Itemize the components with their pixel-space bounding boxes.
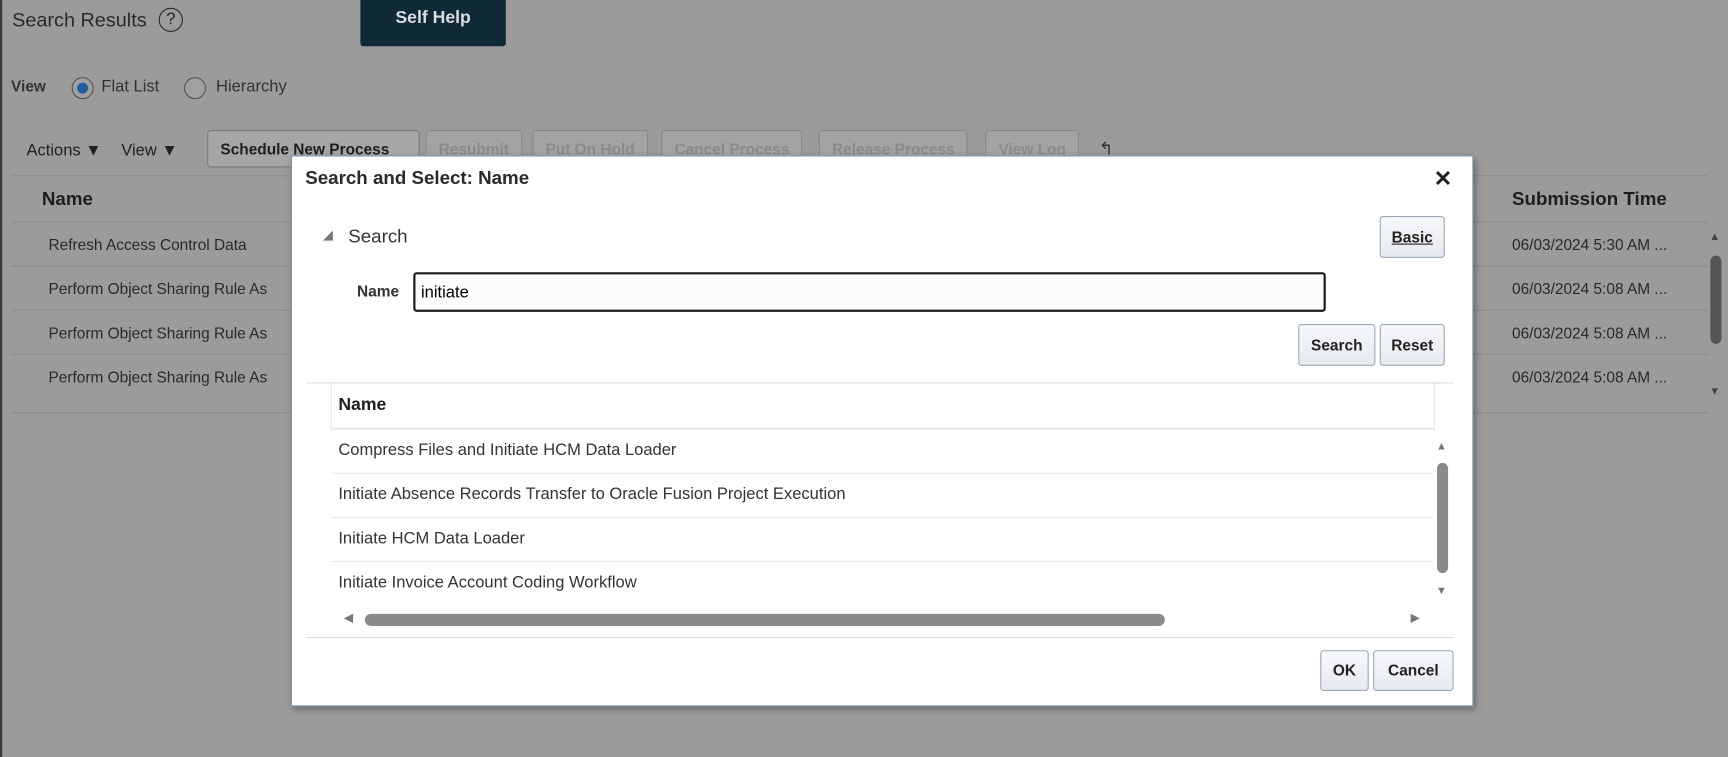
- ok-button[interactable]: OK: [1320, 650, 1369, 691]
- flat-list-label: Flat List: [101, 77, 160, 96]
- column-header-name[interactable]: Name: [42, 188, 93, 210]
- row-name: Refresh Access Control Data: [48, 235, 247, 254]
- scroll-up-icon[interactable]: ▲: [1436, 441, 1447, 453]
- hierarchy-label: Hierarchy: [215, 77, 287, 96]
- hierarchy-radio[interactable]: [184, 77, 207, 100]
- search-button[interactable]: Search: [1298, 323, 1376, 366]
- results-horizontal-scrollbar[interactable]: [364, 613, 1165, 626]
- cancel-button[interactable]: Cancel: [1373, 650, 1454, 691]
- row-time: 06/03/2024 5:30 AM ...: [1511, 235, 1668, 254]
- actions-label: Actions: [26, 141, 81, 160]
- chevron-down-icon: ▼: [161, 141, 178, 160]
- row-name: Perform Object Sharing Rule As: [48, 323, 268, 342]
- close-icon[interactable]: ✕: [1434, 165, 1452, 193]
- result-row[interactable]: Compress Files and Initiate HCM Data Loa…: [330, 428, 1433, 473]
- row-time: 06/03/2024 5:08 AM ...: [1511, 323, 1668, 342]
- dialog-title: Search and Select: Name: [305, 167, 530, 189]
- scroll-down-icon[interactable]: ▼: [1436, 585, 1447, 597]
- grid-scrollbar[interactable]: [1710, 255, 1722, 344]
- result-row[interactable]: Initiate Invoice Account Coding Workflow: [330, 560, 1433, 605]
- result-row[interactable]: Initiate Absence Records Transfer to Ora…: [330, 472, 1433, 517]
- results-table: Name Compress Files and Initiate HCM Dat…: [306, 382, 1454, 639]
- search-section-header[interactable]: Search: [348, 226, 407, 248]
- left-border: [0, 0, 3, 757]
- scroll-down-icon[interactable]: ▼: [1709, 386, 1720, 398]
- search-select-dialog: Search and Select: Name ✕ ◢ Search Basic…: [290, 155, 1474, 707]
- results-column-name[interactable]: Name: [338, 396, 386, 416]
- basic-button[interactable]: Basic: [1379, 215, 1445, 258]
- page-title: Search Results: [12, 8, 147, 31]
- help-icon[interactable]: ?: [158, 7, 183, 32]
- results-vertical-scrollbar[interactable]: [1437, 462, 1449, 574]
- row-name: Perform Object Sharing Rule As: [48, 368, 268, 386]
- name-field-label: Name: [357, 282, 400, 300]
- scroll-right-icon[interactable]: ▶: [1411, 611, 1420, 625]
- self-help-button[interactable]: Self Help: [360, 0, 506, 47]
- view-label: View: [11, 77, 46, 95]
- row-time: 06/03/2024 5:08 AM ...: [1511, 279, 1668, 298]
- collapse-triangle-icon[interactable]: ◢: [323, 227, 333, 242]
- view-menu-label: View: [121, 141, 157, 160]
- column-header-submission-time[interactable]: Submission Time: [1512, 188, 1667, 210]
- scroll-up-icon[interactable]: ▲: [1709, 231, 1720, 243]
- name-input[interactable]: [413, 272, 1326, 312]
- scroll-left-icon[interactable]: ◀: [344, 611, 353, 625]
- result-row[interactable]: Initiate HCM Data Loader: [330, 516, 1433, 561]
- reset-button[interactable]: Reset: [1379, 323, 1445, 366]
- row-time: 06/03/2024 5:08 AM ...: [1511, 368, 1668, 386]
- view-menu[interactable]: View ▼: [121, 141, 178, 160]
- chevron-down-icon: ▼: [85, 141, 102, 160]
- row-name: Perform Object Sharing Rule As: [48, 279, 268, 298]
- flat-list-radio[interactable]: [71, 77, 94, 100]
- actions-menu[interactable]: Actions ▼: [26, 141, 101, 160]
